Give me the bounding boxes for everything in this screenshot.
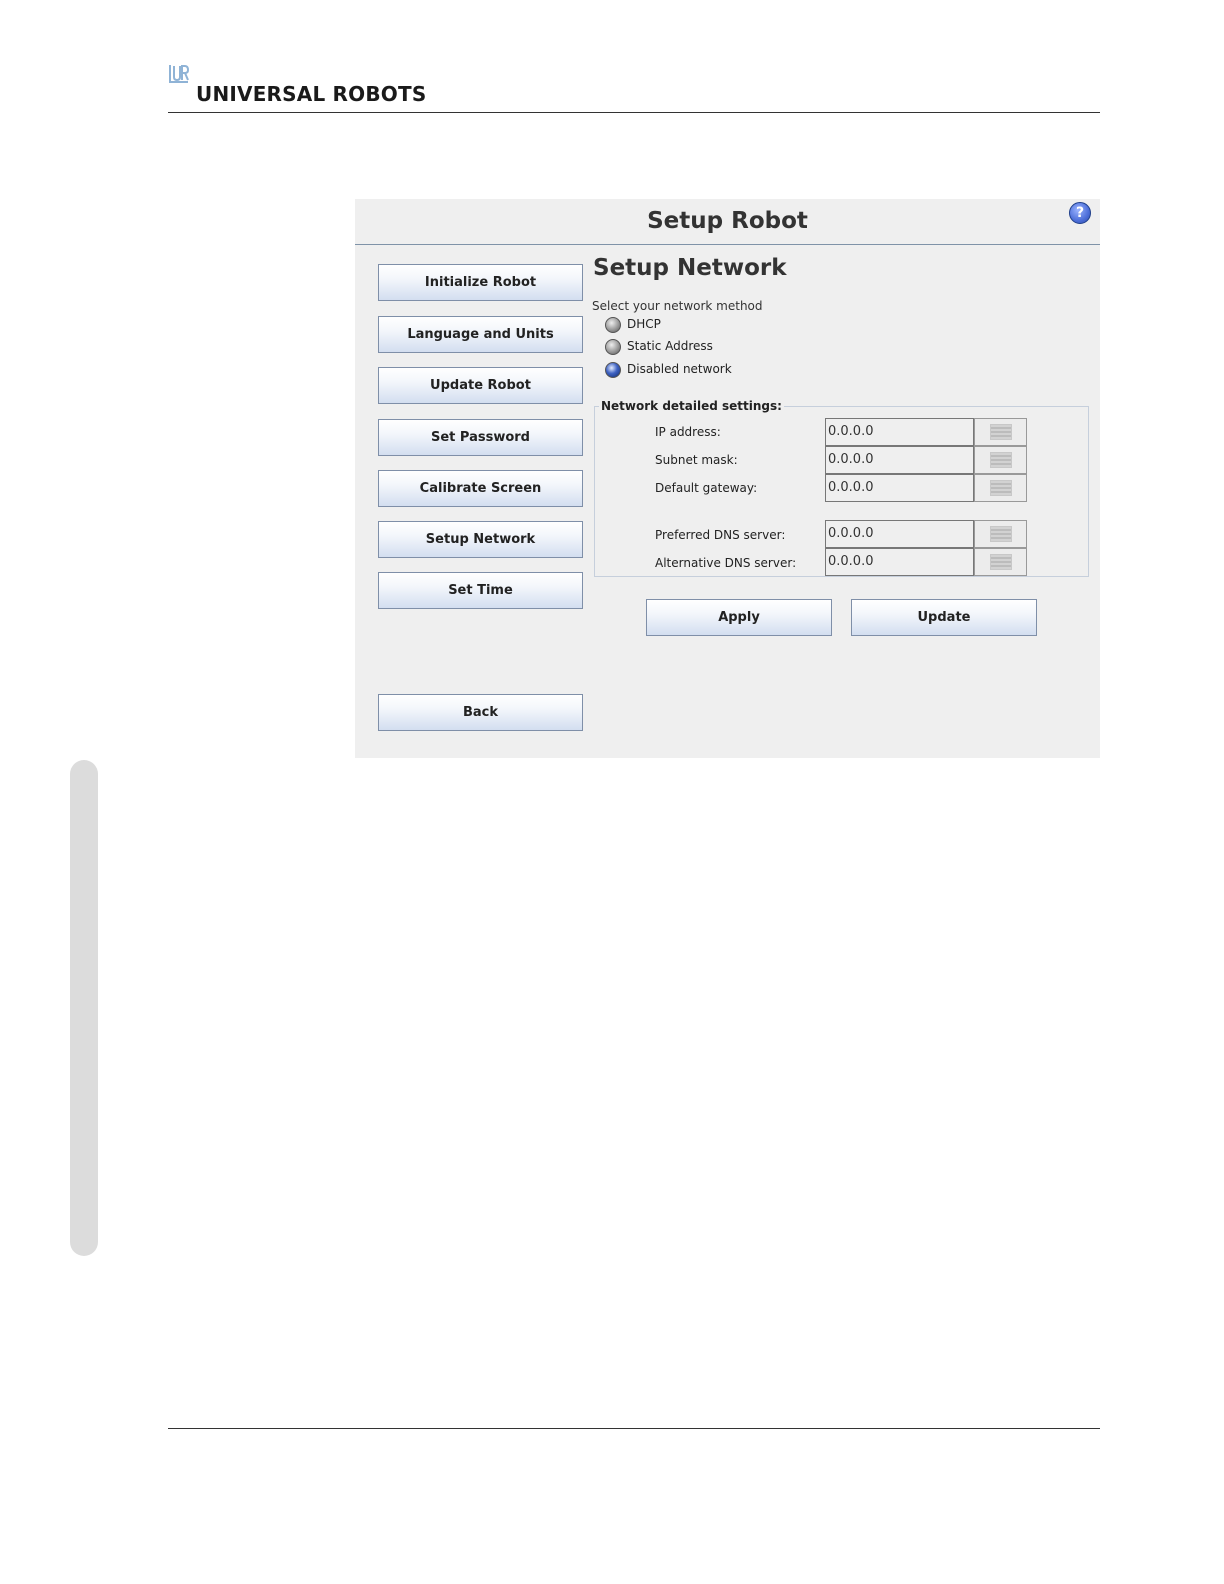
- calibrate-screen-button[interactable]: Calibrate Screen: [378, 470, 583, 507]
- subnet-mask-label: Subnet mask:: [655, 453, 738, 467]
- window-header: Setup Robot ?: [355, 199, 1100, 245]
- keyboard-icon: [990, 480, 1012, 496]
- update-robot-button[interactable]: Update Robot: [378, 367, 583, 404]
- brand-name: UNIVERSAL ROBOTS: [196, 82, 427, 106]
- keyboard-icon: [990, 526, 1012, 542]
- header-divider: [168, 112, 1100, 113]
- ip-address-keyboard-button[interactable]: [974, 418, 1027, 446]
- back-button[interactable]: Back: [378, 694, 583, 731]
- ip-address-input[interactable]: 0.0.0.0: [825, 418, 974, 446]
- radio-button-selected-icon[interactable]: [605, 362, 621, 378]
- radio-button-icon[interactable]: [605, 339, 621, 355]
- network-method-label: Select your network method: [592, 299, 763, 313]
- set-password-button[interactable]: Set Password: [378, 419, 583, 456]
- radio-button-icon[interactable]: [605, 317, 621, 333]
- question-mark-icon[interactable]: ?: [1069, 202, 1091, 224]
- default-gateway-label: Default gateway:: [655, 481, 758, 495]
- subnet-mask-input[interactable]: 0.0.0.0: [825, 446, 974, 474]
- page-side-tab: [70, 760, 98, 1256]
- alternative-dns-keyboard-button[interactable]: [974, 548, 1027, 576]
- keyboard-icon: [990, 452, 1012, 468]
- setup-network-button[interactable]: Setup Network: [378, 521, 583, 558]
- apply-button[interactable]: Apply: [646, 599, 832, 636]
- language-and-units-button[interactable]: Language and Units: [378, 316, 583, 353]
- radio-label: Static Address: [627, 339, 713, 353]
- subnet-mask-keyboard-button[interactable]: [974, 446, 1027, 474]
- preferred-dns-label: Preferred DNS server:: [655, 528, 786, 542]
- default-gateway-keyboard-button[interactable]: [974, 474, 1027, 502]
- footer-divider: [168, 1428, 1100, 1429]
- default-gateway-input[interactable]: 0.0.0.0: [825, 474, 974, 502]
- keyboard-icon: [990, 424, 1012, 440]
- update-button[interactable]: Update: [851, 599, 1037, 636]
- radio-label: DHCP: [627, 317, 661, 331]
- ur-logo-icon: [169, 65, 190, 83]
- radio-label: Disabled network: [627, 362, 732, 376]
- preferred-dns-keyboard-button[interactable]: [974, 520, 1027, 548]
- keyboard-icon: [990, 554, 1012, 570]
- setup-robot-window: Setup Robot ? Initialize Robot Language …: [355, 199, 1100, 758]
- section-title: Setup Network: [593, 255, 787, 281]
- alternative-dns-input[interactable]: 0.0.0.0: [825, 548, 974, 576]
- alternative-dns-label: Alternative DNS server:: [655, 556, 797, 570]
- network-details-legend: Network detailed settings:: [599, 399, 784, 413]
- initialize-robot-button[interactable]: Initialize Robot: [378, 264, 583, 301]
- ip-address-label: IP address:: [655, 425, 721, 439]
- window-title: Setup Robot: [647, 208, 808, 234]
- set-time-button[interactable]: Set Time: [378, 572, 583, 609]
- preferred-dns-input[interactable]: 0.0.0.0: [825, 520, 974, 548]
